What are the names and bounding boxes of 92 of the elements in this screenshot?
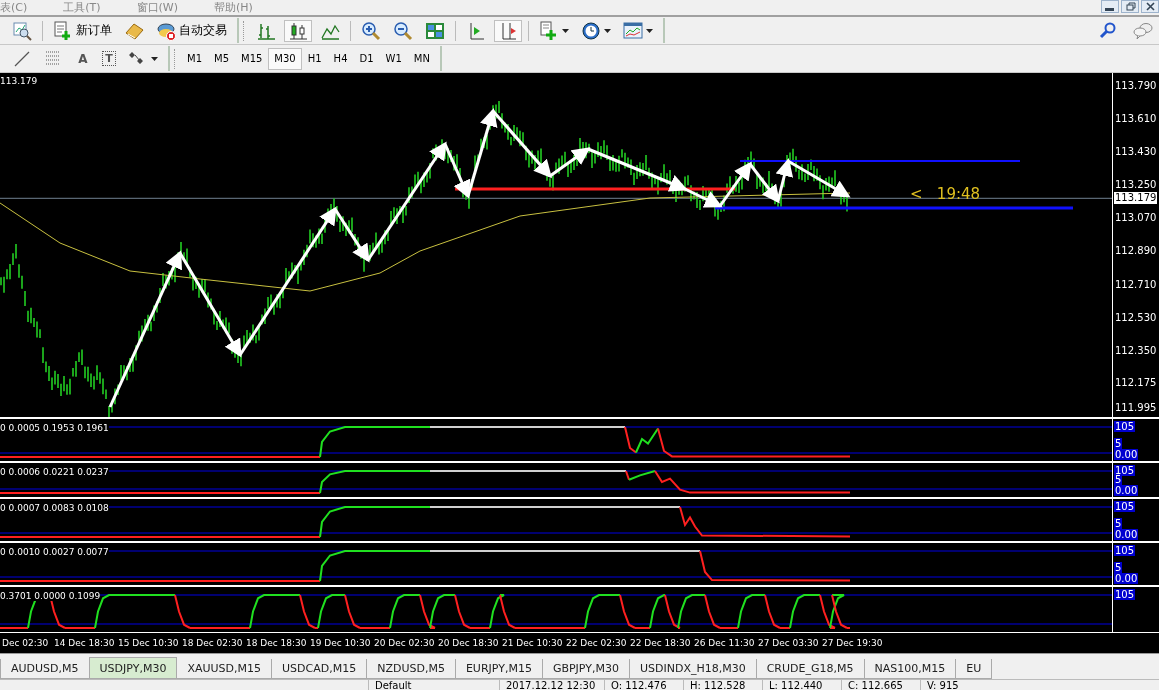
time-label: 15 Dec 10:30 (117, 638, 180, 648)
price-label: 113.179 (0, 76, 38, 86)
axis-label: 113.790 (1115, 80, 1157, 92)
minimize-button[interactable] (1101, 0, 1119, 13)
time-label: 22 Dec 18:30 (629, 638, 692, 648)
level-label: 0.00 (1114, 449, 1139, 460)
status-text: Default (368, 680, 499, 690)
axis-label: 111.995 (1115, 402, 1157, 414)
minimize-icon (1104, 8, 1116, 11)
level-label: 0.00 (1114, 485, 1139, 496)
current-price-label: 113.179 (1114, 192, 1158, 205)
zoom-in-icon (361, 20, 381, 41)
time-label: 20 Dec 18:30 (437, 638, 500, 648)
axis-label: 113.070 (1115, 212, 1157, 225)
document-plus-icon (53, 20, 73, 41)
caret-icon (604, 28, 611, 33)
close-icon (1144, 1, 1156, 12)
level-label: 105 (1114, 465, 1136, 476)
timeframe-button[interactable]: M30 (268, 47, 302, 70)
new-order-button[interactable]: 新订单 (49, 19, 116, 42)
indicator-values: 0 0.0005 0.1953 0.1961 (0, 423, 109, 433)
level-label: 105 (1114, 501, 1136, 512)
level-label: 105 (1114, 421, 1136, 432)
chat-icon[interactable] (1133, 20, 1153, 41)
document-plus-icon (539, 20, 559, 41)
indicator-values: 0 0.0006 0.0221 0.0237 (0, 467, 109, 477)
level-label: 0.00 (1114, 529, 1139, 540)
timeframe-button[interactable]: MN (407, 47, 436, 70)
zoom-out-icon (393, 20, 413, 41)
time-label: 18 Dec 02:30 (181, 638, 244, 648)
close-button[interactable] (1141, 0, 1159, 13)
level-label: 105 (1114, 589, 1136, 600)
axis-label: 113.430 (1115, 146, 1157, 159)
restore-button[interactable] (1121, 0, 1139, 13)
countdown-timer: < 19:48 (910, 185, 981, 203)
time-label: Dec 02:30 (1, 638, 50, 648)
axis-label: 112.350 (1115, 344, 1157, 357)
chart-tab[interactable]: EU (955, 659, 993, 679)
status-text: V: 915 (920, 680, 999, 690)
timeframe-button[interactable]: W1 (379, 47, 408, 70)
status-text: H: 112.528 (683, 680, 762, 690)
chart-magnifier-icon (12, 20, 32, 41)
status-text: 2017.12.12 12:30 (499, 680, 604, 690)
time-label: 22 Dec 02:30 (565, 638, 628, 648)
timeframe-button[interactable]: M15 (235, 47, 269, 70)
time-label: 19 Dec 10:30 (309, 638, 372, 648)
chart-template-icon (623, 20, 643, 41)
caret-icon (646, 28, 653, 33)
time-label: 14 Dec 18:30 (53, 638, 116, 648)
level-label: 5 (1114, 518, 1123, 529)
time-label: 27 Dec 03:30 (757, 638, 820, 648)
axis-label: 113.250 (1115, 179, 1157, 192)
restore-icon (1124, 1, 1136, 12)
time-label: 18 Dec 18:30 (245, 638, 308, 648)
axis-label: 112.890 (1115, 245, 1157, 258)
text-tool-button[interactable]: A (72, 47, 94, 70)
level-label: 0.00 (1114, 573, 1139, 584)
level-label: 5 (1114, 474, 1123, 485)
axis-label: 112.175 (1115, 376, 1157, 389)
indicator-values: 0.3701 0.0000 0.1099 (0, 591, 101, 601)
text-label-button[interactable]: T (98, 47, 120, 70)
candlestick-icon (288, 20, 308, 41)
candlestick-button[interactable] (284, 19, 312, 42)
clock-icon (581, 20, 601, 41)
indicator-values: 0 0.0010 0.0027 0.0077 (0, 547, 109, 557)
time-label: 27 Dec 19:30 (821, 638, 884, 648)
timeframe-button[interactable]: H4 (327, 47, 354, 70)
indicator-values: 0 0.0007 0.0083 0.0108 (0, 503, 109, 513)
tile-windows-icon (425, 20, 445, 41)
time-label: 26 Dec 11:30 (693, 638, 756, 648)
axis-label: 112.530 (1115, 311, 1157, 324)
caret-icon (151, 56, 158, 61)
status-text: L: 112.440 (762, 680, 841, 690)
level-label: 5 (1114, 438, 1123, 449)
axis-label: 113.610 (1115, 113, 1157, 126)
timeframe-button[interactable]: D1 (353, 47, 380, 70)
timeframe-button[interactable]: M1 (181, 47, 208, 70)
status-text: C: 112.665 (841, 680, 920, 690)
axis-label: 112.710 (1115, 278, 1157, 291)
chart-tab[interactable]: AUDUSD,M5 (0, 659, 90, 679)
robot-icon (156, 20, 176, 41)
autoscroll-button[interactable] (494, 19, 522, 42)
chart-tab[interactable]: USDJPY,M30 (88, 657, 178, 679)
level-label: 105 (1114, 545, 1136, 556)
timeframe-button[interactable]: H1 (301, 47, 328, 70)
level-label: 5 (1114, 562, 1123, 573)
auto-trading-button[interactable]: 自动交易 (152, 19, 231, 42)
time-label: 20 Dec 02:30 (373, 638, 436, 648)
timeframe-button[interactable]: M5 (208, 47, 235, 70)
caret-icon (562, 28, 569, 33)
status-text: O: 112.476 (604, 680, 683, 690)
time-label: 21 Dec 10:30 (501, 638, 564, 648)
